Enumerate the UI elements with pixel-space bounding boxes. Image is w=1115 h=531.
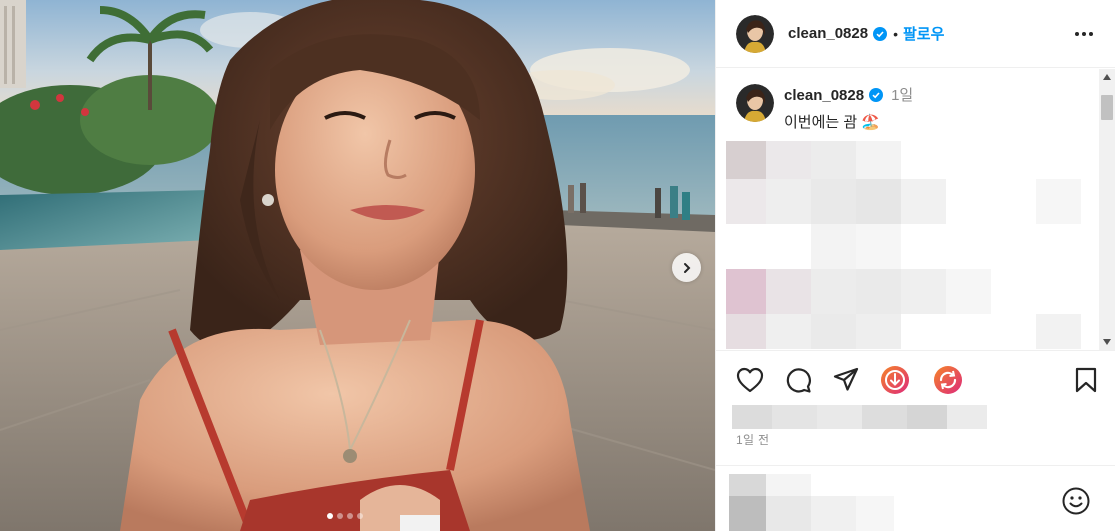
comments-section[interactable]: clean_0828 1일 이번에는 괌 🏖️ [716,69,1115,350]
caption-username[interactable]: clean_0828 [784,87,864,104]
repost-button[interactable] [933,365,963,395]
blurred-comments [726,139,1081,349]
more-options-button[interactable] [1072,22,1096,46]
repost-icon [934,366,962,394]
follow-button[interactable]: 팔로우 [903,23,944,44]
more-options-icon [1075,32,1093,36]
post-viewer: clean_0828 • 팔로우 clean_0828 1일 이번에는 괌 🏖️… [0,0,1115,531]
avatar[interactable] [736,14,774,53]
post-side-panel: clean_0828 • 팔로우 clean_0828 1일 이번에는 괌 🏖️… [715,0,1115,531]
carousel-dot [327,513,333,519]
post-photo[interactable] [0,0,715,531]
arrow-up-icon [1103,74,1111,80]
save-button[interactable] [1071,365,1101,395]
separator-dot: • [893,25,898,42]
caption-time[interactable]: 1일 [891,87,913,104]
chevron-right-icon [683,262,690,273]
verified-badge-icon [873,26,888,41]
likes-count-blurred [732,405,987,429]
scrollbar-thumb[interactable] [1101,95,1113,120]
verified-badge-icon [869,88,884,102]
heart-icon [736,367,764,393]
scroll-up-button[interactable] [1099,69,1115,85]
add-comment-area [716,465,1115,531]
carousel-dot [347,513,353,519]
scroll-down-button[interactable] [1099,334,1115,350]
share-button[interactable] [831,365,861,395]
comment-icon [786,368,811,393]
post-header: clean_0828 • 팔로우 [716,0,1115,68]
post-image [0,0,715,531]
username-link[interactable]: clean_0828 [788,25,868,42]
caption: clean_0828 1일 이번에는 괌 🏖️ [736,84,913,132]
send-icon [833,367,859,391]
caption-text: 이번에는 괌 🏖️ [784,114,881,131]
emoji-icon [1062,487,1090,515]
avatar[interactable] [736,84,774,122]
beach-umbrella-emoji: 🏖️ [861,114,881,131]
comment-button[interactable] [783,365,813,395]
carousel-dot [337,513,343,519]
like-button[interactable] [735,365,765,395]
carousel-next-button[interactable] [672,253,701,282]
comment-input-blurred[interactable] [729,474,894,531]
comments-scrollbar[interactable] [1099,69,1115,350]
download-icon [881,366,909,394]
post-date[interactable]: 1일 전 [736,431,769,448]
download-button[interactable] [880,365,910,395]
action-bar [716,350,1115,410]
emoji-button[interactable] [1062,487,1090,515]
carousel-dot [357,513,363,519]
bookmark-icon [1075,367,1097,393]
arrow-down-icon [1103,339,1111,345]
carousel-indicator [327,513,363,519]
